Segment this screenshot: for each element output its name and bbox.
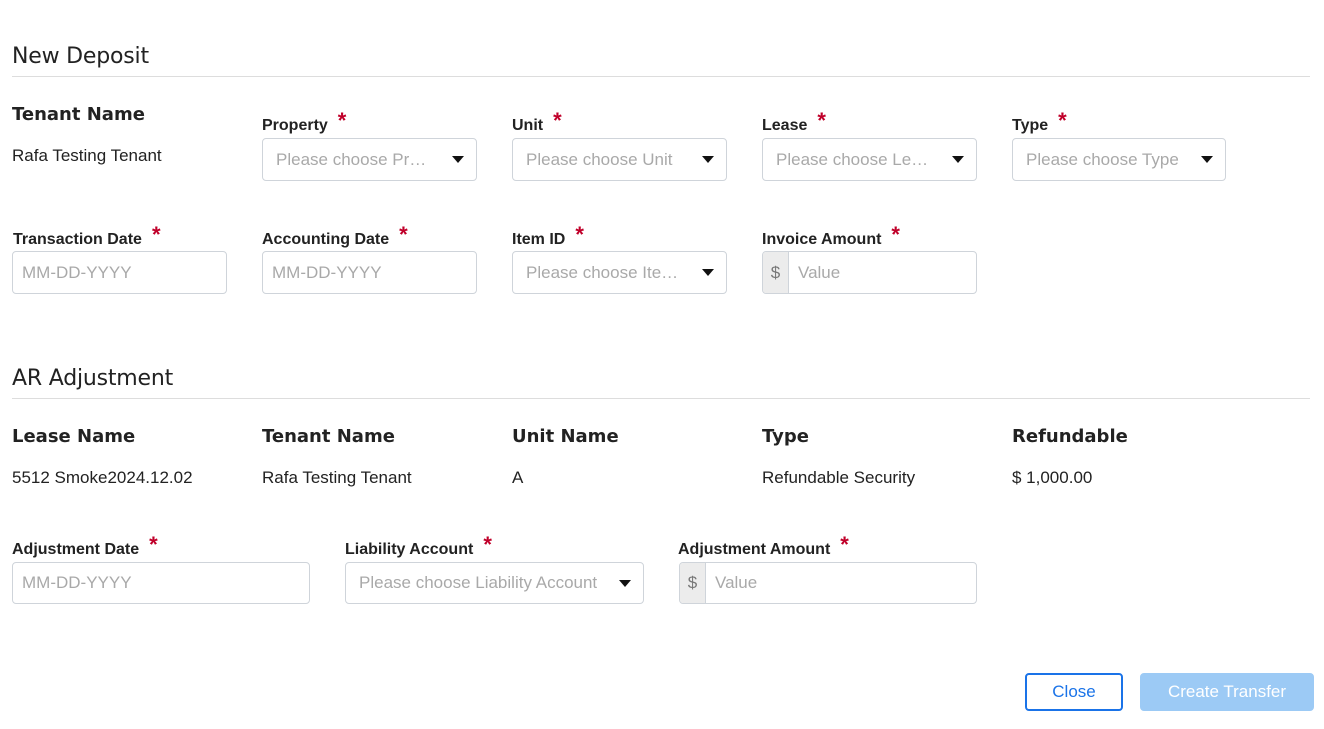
close-button[interactable]: Close <box>1025 673 1123 711</box>
required-mark: * <box>891 222 900 247</box>
transaction-date-input[interactable]: MM-DD-YYYY <box>12 251 227 294</box>
caret-down-icon <box>1201 156 1213 163</box>
unit-name-header: Unit Name <box>512 426 619 447</box>
property-select[interactable]: Please choose Pr… <box>262 138 477 181</box>
refundable-header: Refundable <box>1012 426 1128 447</box>
accounting-date-label: Accounting Date * <box>262 222 408 248</box>
type-placeholder: Please choose Type <box>1026 149 1179 169</box>
create-transfer-button[interactable]: Create Transfer <box>1140 673 1314 711</box>
adjustment-date-input[interactable]: MM-DD-YYYY <box>12 562 310 604</box>
ar-adjustment-title: AR Adjustment <box>12 366 174 391</box>
required-mark: * <box>337 108 347 133</box>
item-id-select[interactable]: Please choose Ite… <box>512 251 727 294</box>
required-mark: * <box>483 532 492 557</box>
required-mark: * <box>399 222 408 247</box>
lease-name-header: Lease Name <box>12 426 136 447</box>
required-mark: * <box>151 222 161 247</box>
type-value: Refundable Security <box>762 468 916 487</box>
item-id-label: Item ID * <box>512 222 584 248</box>
property-label: Property * <box>262 108 347 134</box>
required-mark: * <box>149 532 158 557</box>
type-header: Type <box>762 426 809 447</box>
accounting-date-input[interactable]: MM-DD-YYYY <box>262 251 477 294</box>
lease-placeholder: Please choose Le… <box>776 149 929 169</box>
unit-select[interactable]: Please choose Unit <box>512 138 727 181</box>
adjustment-amount-input[interactable]: $ Value <box>679 562 977 604</box>
caret-down-icon <box>702 156 714 163</box>
caret-down-icon <box>702 269 714 276</box>
invoice-amount-label: Invoice Amount * <box>762 222 900 248</box>
unit-placeholder: Please choose Unit <box>526 149 673 169</box>
type-select[interactable]: Please choose Type <box>1012 138 1226 181</box>
adjustment-date-label: Adjustment Date * <box>12 532 158 558</box>
required-mark: * <box>575 222 584 247</box>
tenant-name-header: Tenant Name <box>262 426 395 447</box>
required-mark: * <box>817 108 826 133</box>
invoice-amount-placeholder: Value <box>798 262 841 282</box>
liability-account-placeholder: Please choose Liability Account <box>359 573 598 592</box>
refundable-value: $ 1,000.00 <box>1012 468 1093 487</box>
unit-label: Unit * <box>512 108 562 134</box>
tenant-name-value: Rafa Testing Tenant <box>12 146 162 165</box>
unit-name-value: A <box>512 468 524 487</box>
dollar-prefix: $ <box>680 563 706 603</box>
liability-account-label: Liability Account * <box>345 532 492 558</box>
type-label: Type * <box>1012 108 1067 134</box>
new-deposit-title: New Deposit <box>12 44 149 69</box>
invoice-amount-input[interactable]: $ Value <box>762 251 977 294</box>
property-placeholder: Please choose Pr… <box>276 149 427 169</box>
dollar-prefix: $ <box>763 252 789 293</box>
required-mark: * <box>840 532 849 557</box>
transaction-date-label: Transaction Date * <box>13 222 161 248</box>
required-mark: * <box>553 108 562 133</box>
new-deposit-divider <box>12 76 1310 77</box>
item-id-placeholder: Please choose Ite… <box>526 262 679 282</box>
liability-account-select[interactable]: Please choose Liability Account <box>345 562 644 604</box>
lease-label: Lease * <box>762 108 826 134</box>
lease-name-value: 5512 Smoke2024.12.02 <box>12 468 193 487</box>
transaction-date-placeholder: MM-DD-YYYY <box>22 262 132 282</box>
caret-down-icon <box>619 579 631 587</box>
adjustment-amount-placeholder: Value <box>715 573 758 592</box>
adjustment-date-placeholder: MM-DD-YYYY <box>22 573 132 592</box>
caret-down-icon <box>952 156 964 163</box>
tenant-name-cell: Rafa Testing Tenant <box>262 468 412 487</box>
ar-adjustment-divider <box>12 398 1310 399</box>
accounting-date-placeholder: MM-DD-YYYY <box>272 262 382 282</box>
adjustment-amount-label: Adjustment Amount * <box>678 532 849 558</box>
lease-select[interactable]: Please choose Le… <box>762 138 977 181</box>
caret-down-icon <box>452 156 464 163</box>
required-mark: * <box>1058 108 1067 133</box>
tenant-name-label: Tenant Name <box>12 104 145 125</box>
